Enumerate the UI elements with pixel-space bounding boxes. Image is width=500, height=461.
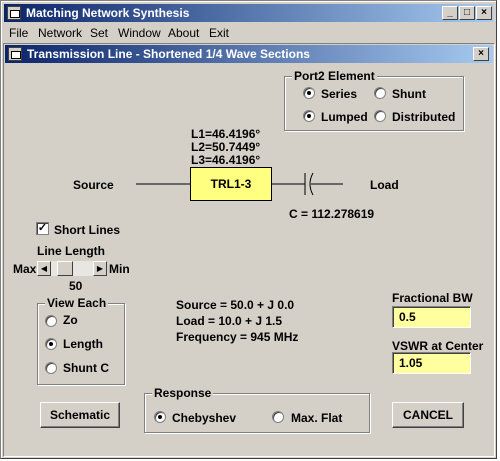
fractional-bw-input[interactable]: 0.5 xyxy=(392,306,471,328)
l2-value: L2=50.7449° xyxy=(191,140,261,154)
child-close-button[interactable]: × xyxy=(473,47,489,61)
vswr-input[interactable]: 1.05 xyxy=(392,352,471,374)
fractional-bw-label: Fractional BW xyxy=(392,291,473,305)
shunt-c-label: Shunt C xyxy=(63,361,109,375)
menubar: File Network Set Window About Exit xyxy=(4,23,493,42)
l3-value: L3=46.4196° xyxy=(191,153,261,167)
length-radio[interactable] xyxy=(45,338,57,350)
trl-block: TRL1-3 xyxy=(190,167,272,201)
port2-element-label: Port2 Element xyxy=(292,69,377,83)
load-label: Load xyxy=(370,178,399,192)
minimize-button[interactable]: _ xyxy=(442,6,458,20)
menu-file[interactable]: File xyxy=(9,26,28,40)
source-impedance: Source = 50.0 + J 0.0 xyxy=(176,298,295,312)
line-length-slider[interactable]: ◀ ▶ xyxy=(37,261,107,276)
close-button[interactable]: × xyxy=(476,6,492,20)
app-titlebar: Matching Network Synthesis _ □ × xyxy=(4,4,493,22)
series-label: Series xyxy=(321,87,358,101)
line-length-label: Line Length xyxy=(37,244,105,258)
capacitor-value: C = 112.278619 xyxy=(289,207,375,221)
line-length-value: 50 xyxy=(69,279,83,293)
menu-window[interactable]: Window xyxy=(118,26,161,40)
slider-right-arrow-icon[interactable]: ▶ xyxy=(93,261,107,276)
short-lines-label: Short Lines xyxy=(54,223,121,237)
app-window: Matching Network Synthesis _ □ × File Ne… xyxy=(0,0,497,459)
frequency-value: Frequency = 945 MHz xyxy=(176,330,299,344)
response-label: Response xyxy=(152,386,214,400)
load-impedance: Load = 10.0 + J 1.5 xyxy=(176,314,283,328)
view-each-label: View Each xyxy=(45,296,109,310)
zo-radio[interactable] xyxy=(45,315,57,327)
vswr-label: VSWR at Center xyxy=(392,339,484,353)
child-title: Transmission Line - Shortened 1/4 Wave S… xyxy=(27,47,310,61)
maximize-button[interactable]: □ xyxy=(459,6,475,20)
shunt-label: Shunt xyxy=(392,87,426,101)
schematic-button[interactable]: Schematic xyxy=(40,402,120,428)
max-flat-label: Max. Flat xyxy=(291,411,343,425)
chebyshev-radio[interactable] xyxy=(154,411,166,423)
max-flat-radio[interactable] xyxy=(272,411,284,423)
app-title: Matching Network Synthesis xyxy=(26,6,190,20)
line-length-max-label: Max xyxy=(13,262,37,276)
lumped-radio[interactable] xyxy=(303,110,315,122)
distributed-label: Distributed xyxy=(392,110,456,124)
shunt-radio[interactable] xyxy=(374,87,386,99)
short-lines-checkbox[interactable]: ✓ xyxy=(36,222,49,235)
child-window-icon xyxy=(8,47,22,61)
distributed-radio[interactable] xyxy=(374,110,386,122)
l1-value: L1=46.4196° xyxy=(191,127,261,141)
menu-about[interactable]: About xyxy=(168,26,199,40)
menu-network[interactable]: Network xyxy=(38,26,82,40)
menu-exit[interactable]: Exit xyxy=(209,26,229,40)
zo-label: Zo xyxy=(63,313,78,327)
series-radio[interactable] xyxy=(303,87,315,99)
cancel-button[interactable]: CANCEL xyxy=(392,402,464,428)
child-titlebar: Transmission Line - Shortened 1/4 Wave S… xyxy=(5,45,493,63)
line-length-min-label: Min xyxy=(109,262,130,276)
shunt-c-radio[interactable] xyxy=(45,362,57,374)
slider-thumb[interactable] xyxy=(57,261,73,276)
menu-set[interactable]: Set xyxy=(90,26,108,40)
app-icon xyxy=(7,6,21,20)
slider-left-arrow-icon[interactable]: ◀ xyxy=(37,261,51,276)
length-label: Length xyxy=(63,337,103,351)
lumped-label: Lumped xyxy=(321,110,368,124)
chebyshev-label: Chebyshev xyxy=(172,411,237,425)
source-label: Source xyxy=(73,178,114,192)
